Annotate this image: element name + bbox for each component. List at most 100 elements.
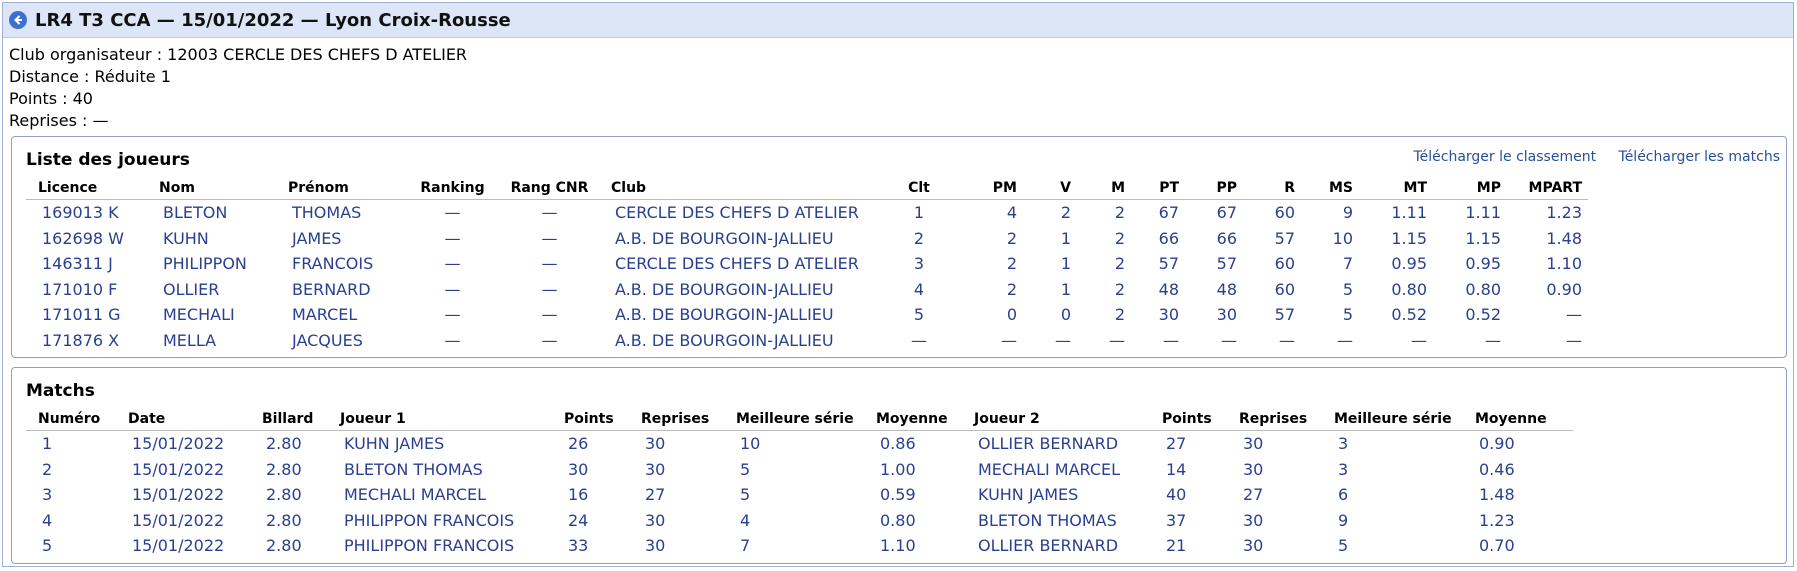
- players-cell: 7: [1342, 254, 1353, 274]
- players-cell: 57: [1274, 228, 1295, 248]
- players-cell: —: [1566, 330, 1582, 350]
- matches-cell: MECHALI MARCEL: [344, 485, 487, 505]
- table-row[interactable]: 162698 W KUHN JAMES — — A.B. DE BOURGOIN-JALL…: [26, 226, 1588, 252]
- matches-col-header: Points: [552, 408, 629, 431]
- players-cell: JAMES: [292, 228, 342, 248]
- matches-cell: 30: [1243, 434, 1264, 454]
- players-cell: 2: [1060, 203, 1071, 223]
- players-cell: —: [541, 305, 558, 325]
- matches-cell: 9: [1338, 510, 1349, 530]
- players-cell: —: [444, 279, 461, 299]
- players-cell: —: [1221, 330, 1237, 350]
- matches-cell: 5: [740, 459, 751, 479]
- players-col-header: Nom: [147, 177, 276, 200]
- matches-cell: 3: [1338, 459, 1349, 479]
- players-cell: —: [444, 254, 461, 274]
- matches-cell: 27: [1166, 434, 1187, 454]
- matches-cell: KUHN JAMES: [344, 434, 445, 454]
- players-cell: 162698 W: [42, 228, 124, 248]
- back-arrow-icon[interactable]: [9, 11, 27, 29]
- players-cell: BLETON: [163, 203, 228, 223]
- players-cell: PHILIPPON: [163, 254, 247, 274]
- players-cell: 1: [1060, 279, 1071, 299]
- matches-cell: 0.90: [1479, 434, 1515, 454]
- matches-cell: 15/01/2022: [132, 536, 225, 556]
- players-cell: 0.95: [1391, 254, 1427, 274]
- matches-cell: 3: [1338, 434, 1349, 454]
- players-cell: 2: [1006, 254, 1017, 274]
- players-cell: MARCEL: [292, 305, 358, 325]
- players-cell: 2: [1114, 203, 1125, 223]
- download-matches-link[interactable]: Télécharger les matchs: [1619, 149, 1780, 165]
- matches-table: Numéro Date Billard Joueur 1 Points Reprises M…: [26, 408, 1573, 559]
- matches-col-header: Meilleure série: [724, 408, 864, 431]
- players-col-header: Prénom: [276, 177, 405, 200]
- players-cell: OLLIER: [163, 279, 220, 299]
- players-title: Liste des joueurs: [26, 150, 190, 170]
- matches-cell: MECHALI MARCEL: [978, 459, 1121, 479]
- table-row[interactable]: 4 15/01/2022 2.80 PHILIPPON FRANCOIS 24 30 4 0.…: [26, 508, 1573, 534]
- players-cell: 30: [1216, 305, 1237, 325]
- players-cell: FRANCOIS: [292, 254, 374, 274]
- matches-cell: 0.70: [1479, 536, 1515, 556]
- players-cell: 2: [1114, 254, 1125, 274]
- players-cell: 0.80: [1391, 279, 1427, 299]
- players-cell: 66: [1158, 228, 1179, 248]
- players-cell: 1: [1060, 228, 1071, 248]
- matches-cell: 5: [740, 485, 751, 505]
- matches-cell: 37: [1166, 510, 1187, 530]
- table-row[interactable]: 146311 J PHILIPPON FRANCOIS — — CERCLE DES CH…: [26, 251, 1588, 277]
- players-cell: —: [1279, 330, 1295, 350]
- table-row[interactable]: 1 15/01/2022 2.80 KUHN JAMES 26 30 10 0.86 OLLIE…: [26, 431, 1573, 457]
- matches-cell: 40: [1166, 485, 1187, 505]
- table-row[interactable]: 171876 X MELLA JACQUES — — A.B. DE BOURGOIN-J…: [26, 328, 1588, 354]
- table-row[interactable]: 3 15/01/2022 2.80 MECHALI MARCEL 16 27 5 0.59 KU…: [26, 482, 1573, 508]
- matches-cell: 27: [1243, 485, 1264, 505]
- matches-cell: 5: [1338, 536, 1349, 556]
- table-row[interactable]: 171011 G MECHALI MARCEL — — A.B. DE BOURGOIN-…: [26, 302, 1588, 328]
- matches-cell: 4: [740, 510, 751, 530]
- players-cell: 5: [913, 305, 925, 325]
- players-cell: —: [444, 330, 461, 350]
- players-cell: —: [1411, 330, 1427, 350]
- players-cell: 1.23: [1546, 203, 1582, 223]
- players-cell: A.B. DE BOURGOIN-JALLIEU: [615, 330, 834, 350]
- matches-cell: 2: [42, 459, 53, 479]
- matches-cell: 16: [568, 485, 589, 505]
- table-row[interactable]: 171010 F OLLIER BERNARD — — A.B. DE BOURGOIN-…: [26, 277, 1588, 303]
- matches-cell: 30: [1243, 536, 1264, 556]
- matches-col-header: Points: [1150, 408, 1227, 431]
- table-row[interactable]: 5 15/01/2022 2.80 PHILIPPON FRANCOIS 33 30 7 1.…: [26, 533, 1573, 559]
- matches-cell: 7: [740, 536, 751, 556]
- matches-cell: 0.59: [880, 485, 916, 505]
- players-col-header: PP: [1185, 177, 1243, 200]
- players-cell: 4: [913, 279, 925, 299]
- players-col-header: V: [1023, 177, 1077, 200]
- matches-cell: 4: [42, 510, 53, 530]
- players-cell: —: [911, 330, 927, 350]
- players-cell: 67: [1158, 203, 1179, 223]
- matches-col-header: Joueur 2: [962, 408, 1150, 431]
- players-cell: —: [444, 305, 461, 325]
- players-cell: 66: [1216, 228, 1237, 248]
- players-cell: 1.15: [1465, 228, 1501, 248]
- download-ranking-link[interactable]: Télécharger le classement: [1413, 149, 1596, 165]
- players-cell: 9: [1342, 203, 1353, 223]
- matches-panel: Matchs Numéro Date Billard Joueur 1 Points Re…: [11, 367, 1787, 564]
- players-cell: 3: [913, 254, 925, 274]
- players-cell: —: [541, 254, 558, 274]
- players-cell: 1: [1060, 254, 1071, 274]
- table-row[interactable]: 2 15/01/2022 2.80 BLETON THOMAS 30 30 5 1.00 MEC…: [26, 457, 1573, 483]
- players-cell: KUHN: [163, 228, 209, 248]
- players-cell: 146311 J: [42, 254, 113, 274]
- tournament-info: Club organisateur : 12003 CERCLE DES CHE…: [3, 38, 1793, 132]
- matches-cell: PHILIPPON FRANCOIS: [344, 510, 515, 530]
- matches-cell: 1.10: [880, 536, 916, 556]
- players-cell: 0.52: [1391, 305, 1427, 325]
- players-cell: —: [1055, 330, 1071, 350]
- matches-cell: 1: [42, 434, 53, 454]
- players-cell: 0.52: [1465, 305, 1501, 325]
- table-row[interactable]: 169013 K BLETON THOMAS — — CERCLE DES CHEFS D…: [26, 200, 1588, 226]
- players-cell: —: [541, 203, 558, 223]
- matches-cell: 1.00: [880, 459, 916, 479]
